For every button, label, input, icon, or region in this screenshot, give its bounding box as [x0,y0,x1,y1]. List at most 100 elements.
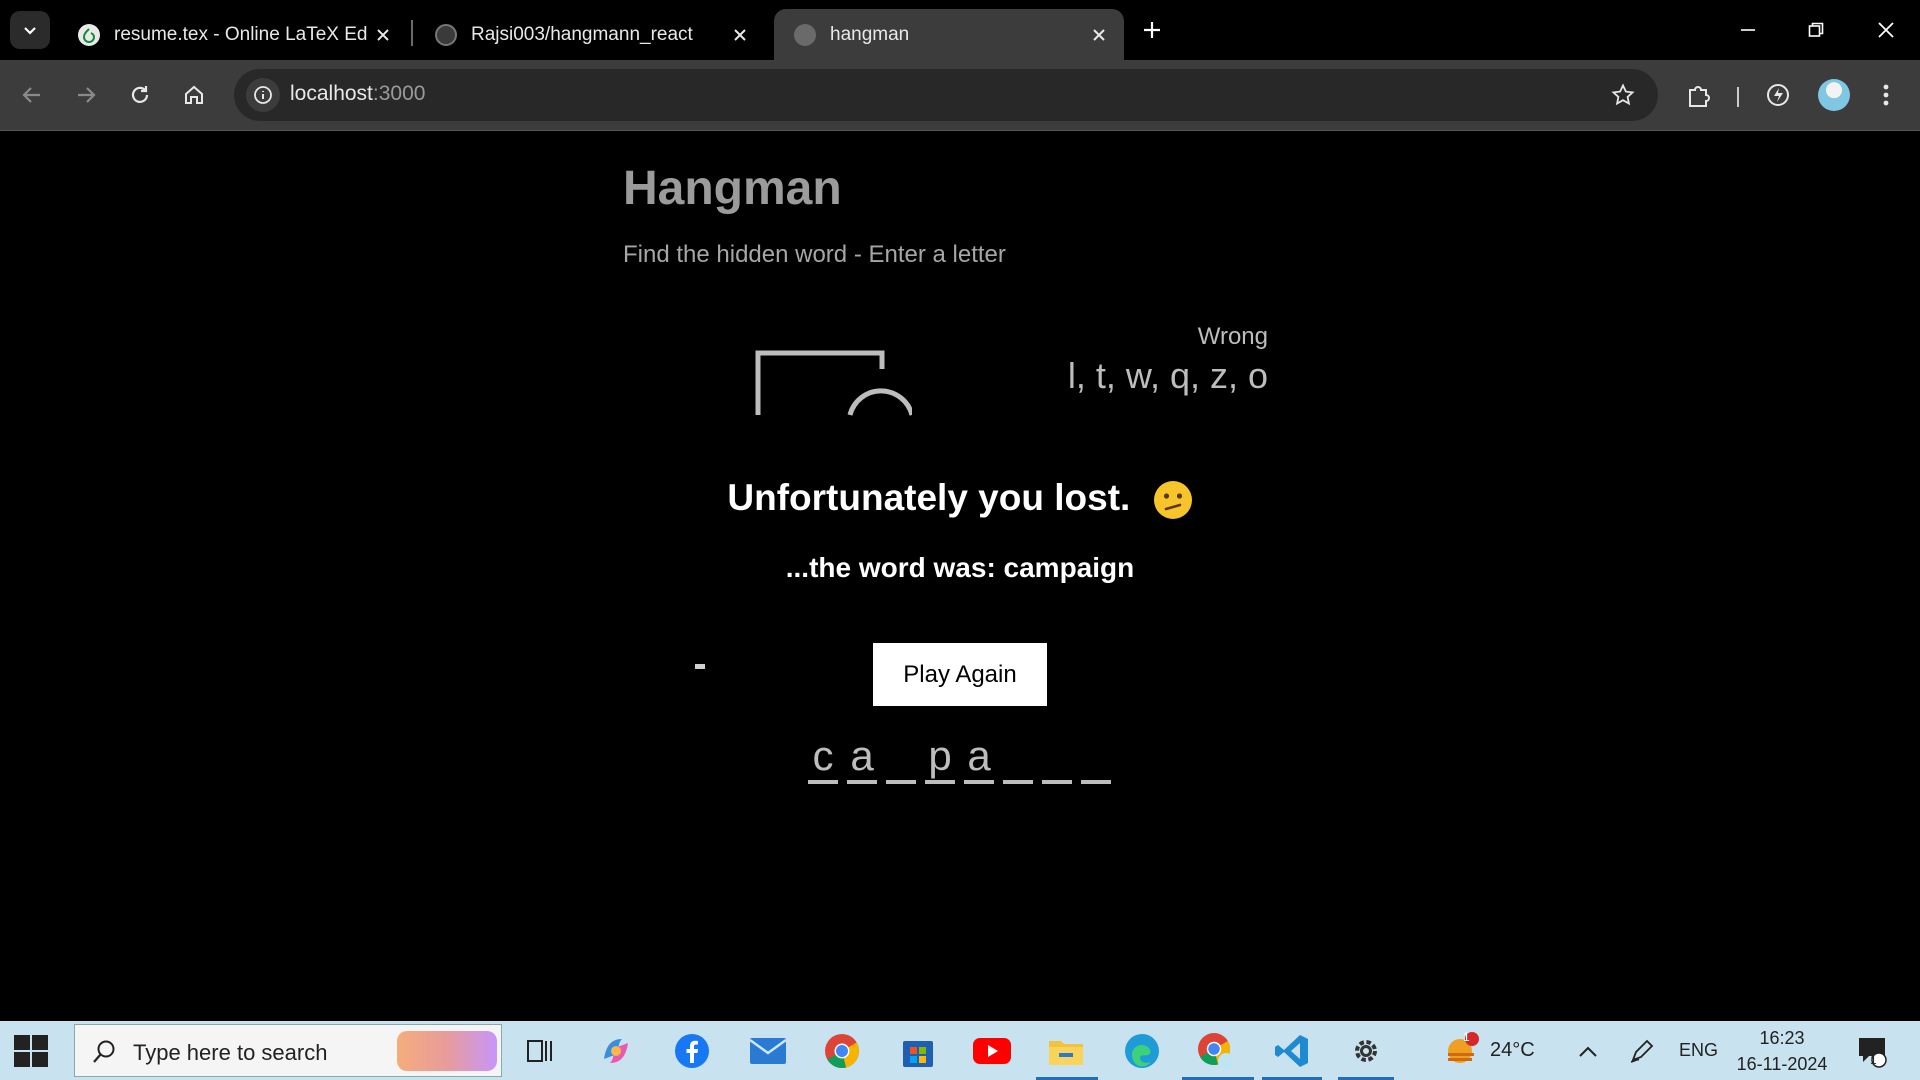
hangman-drawing [755,350,912,416]
chrome-icon[interactable] [820,1029,864,1073]
letter-underline [1003,780,1033,784]
weather-temperature: 24°C [1490,1039,1535,1061]
tab-title: hangman [830,23,910,45]
search-icon [93,1040,115,1063]
tab-overleaf[interactable]: resume.tex - Online LaTeX Edito [58,9,408,60]
bookmark-button[interactable] [1608,80,1638,110]
kebab-menu-icon [1883,84,1889,106]
reload-icon [131,86,149,103]
page-title: Hangman [623,162,842,215]
letter-slot: p [925,732,955,784]
tab-title: resume.tex - Online LaTeX Edito [114,23,368,45]
taskbar: Type here to search 1 24°C ENG 16:23 16-… [0,1021,1920,1080]
vscode-icon[interactable] [1270,1029,1314,1073]
letter: c [812,732,834,779]
letter-underline [847,780,877,784]
task-view-icon[interactable] [518,1029,562,1073]
letter-slot [886,740,916,784]
letter: a [967,732,991,779]
chevron-up-icon[interactable] [1566,1029,1610,1073]
letter: a [850,732,874,779]
letter-slot [1003,740,1033,784]
star-icon [1611,83,1635,106]
chrome-profile-icon[interactable] [1194,1029,1238,1073]
menu-button[interactable] [1868,77,1904,113]
tab-github[interactable]: Rajsi003/hangmann_react [415,9,765,60]
tab-strip: resume.tex - Online LaTeX Edito Rajsi003… [0,0,1920,60]
restore-button[interactable] [1788,10,1844,50]
forward-button[interactable] [68,77,104,113]
windows-start-icon[interactable] [14,1035,48,1067]
letter-slot [1042,740,1072,784]
word-slots: c a p a [808,732,1111,784]
back-button[interactable] [14,77,50,113]
extensions-button[interactable] [1681,77,1717,113]
letter-slot [1081,740,1111,784]
hangman-page: Hangman Find the hidden word - Enter a l… [0,131,1920,1021]
letter-underline [1042,780,1072,784]
close-icon[interactable] [1084,20,1114,50]
lost-message: Unfortunately you lost. [0,477,1920,520]
tab-search-button[interactable] [10,11,50,49]
facebook-icon[interactable] [670,1029,714,1073]
wrong-label: Wrong [1197,323,1268,350]
confused-face-icon [1153,481,1192,520]
taskbar-search[interactable]: Type here to search [74,1024,502,1077]
minimize-button[interactable] [1720,10,1776,50]
edge-icon[interactable] [1120,1029,1164,1073]
arrow-right-icon [78,87,96,103]
url-host: localhost [290,82,373,105]
file-explorer-icon[interactable] [1044,1029,1088,1073]
language-indicator[interactable]: ENG [1679,1040,1718,1061]
weather-icon[interactable] [1440,1027,1484,1071]
clock-time: 16:23 [1759,1028,1805,1048]
youtube-icon[interactable] [970,1029,1014,1073]
word-reveal: ...the word was: campaign [785,552,1135,583]
stray-dot [695,664,705,669]
arrow-left-icon [22,87,40,103]
url-text: localhost:3000 [290,82,425,106]
letter: p [928,732,952,779]
speedometer-icon [1767,84,1789,106]
settings-gear-icon[interactable] [1344,1029,1388,1073]
puzzle-icon [1689,86,1710,107]
restore-icon [1808,22,1824,37]
site-info-button[interactable] [246,78,280,112]
clock[interactable]: 16:23 16-11-2024 [1732,1025,1832,1077]
microsoft-store-icon[interactable] [896,1029,940,1073]
letter-slot: a [847,732,877,784]
search-highlight-image [397,1031,497,1071]
url-port: :3000 [372,82,426,105]
close-icon[interactable] [368,20,398,50]
play-again-button[interactable]: Play Again [873,643,1047,706]
letter-underline [964,780,994,784]
letter-slot: a [964,732,994,784]
letter-underline [886,780,916,784]
clock-date: 16-11-2024 [1736,1054,1828,1074]
performance-button[interactable] [1760,77,1796,113]
toolbar-divider [1737,87,1739,107]
close-window-button[interactable] [1858,10,1914,50]
browser-toolbar: localhost:3000 [0,60,1920,131]
letter-slot: c [808,732,838,784]
reload-button[interactable] [122,77,158,113]
tab-hangman[interactable]: hangman [774,9,1124,60]
mail-icon[interactable] [746,1029,790,1073]
tab-separator [411,20,413,46]
page-subtitle: Find the hidden word - Enter a letter [623,241,1006,268]
globe-icon [794,23,816,46]
notification-count: 1 [1870,1053,1877,1067]
profile-avatar[interactable] [1818,79,1850,111]
copilot-icon[interactable] [594,1029,638,1073]
github-icon [435,23,457,46]
pen-icon[interactable] [1620,1029,1664,1073]
home-button[interactable] [176,77,212,113]
letter-underline [808,780,838,784]
wrong-letters: l, t, w, q, z, o [1067,355,1268,396]
overleaf-icon [78,23,100,46]
address-bar[interactable]: localhost:3000 [234,69,1658,121]
close-icon[interactable] [725,20,755,50]
chevron-down-icon [24,27,36,35]
new-tab-button[interactable] [1136,14,1168,46]
home-icon [185,85,203,104]
